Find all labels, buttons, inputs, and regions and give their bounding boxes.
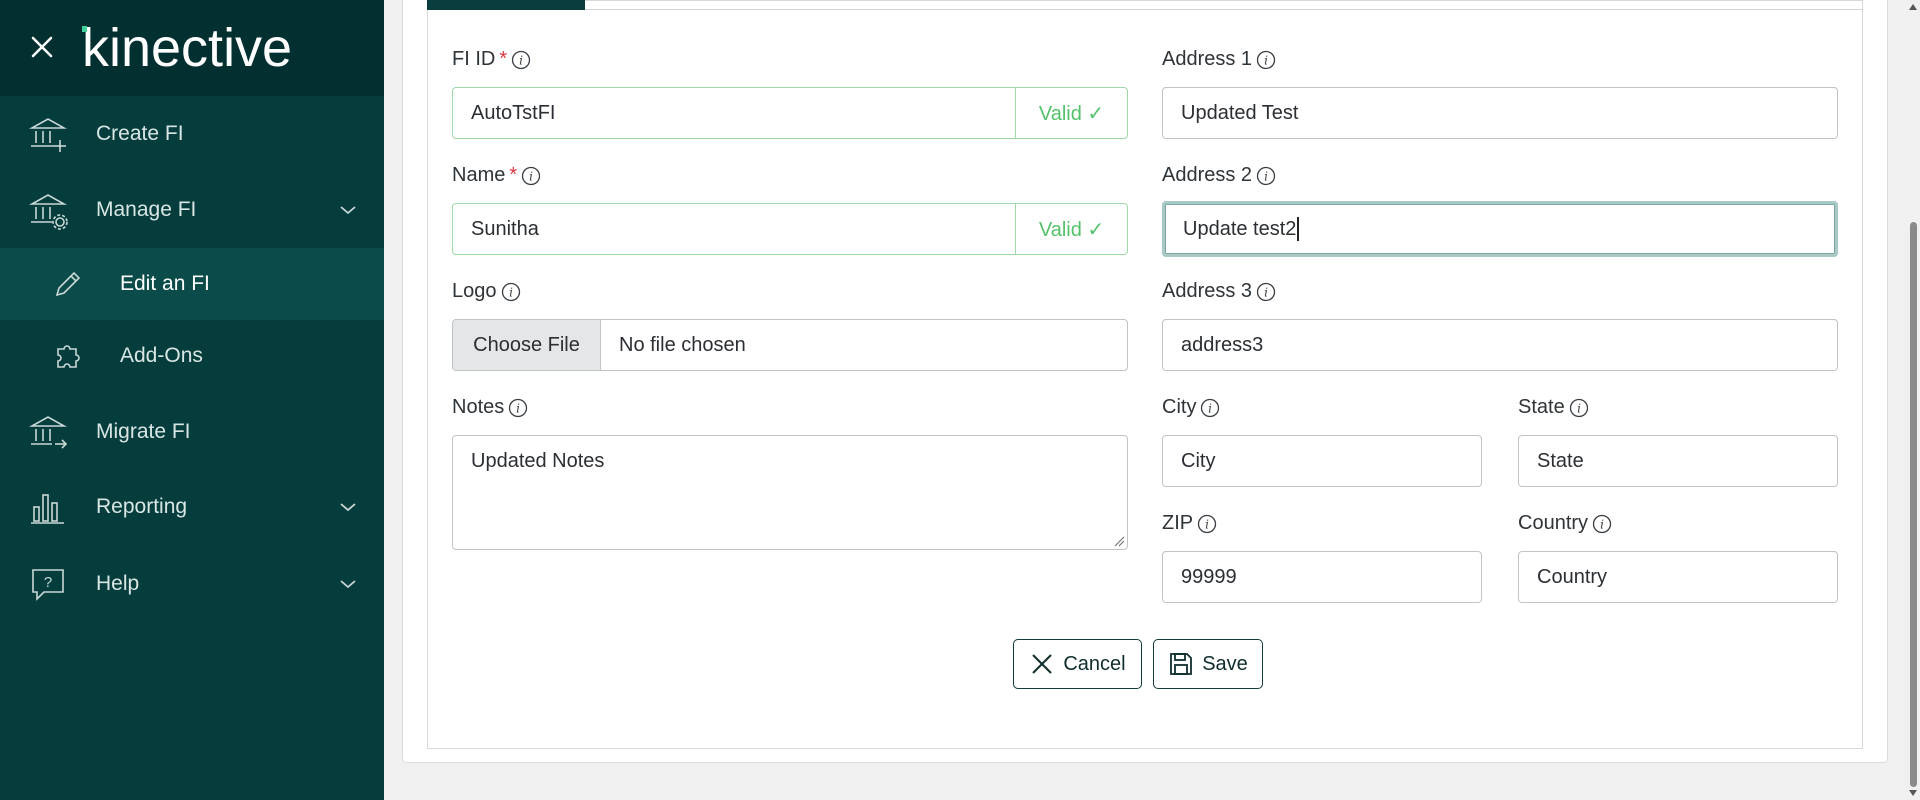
name-label: Name * i (452, 164, 541, 187)
svg-text:i: i (516, 401, 520, 415)
state-input[interactable]: State (1518, 435, 1838, 487)
puzzle-icon (57, 345, 80, 368)
bar-chart-icon (31, 494, 64, 524)
sidebar-item-add-ons[interactable]: Add-Ons (0, 320, 384, 392)
svg-text:i: i (1600, 517, 1604, 531)
close-icon (1032, 654, 1053, 674)
floppy-disk-icon (1170, 653, 1193, 675)
chevron-down-icon (340, 580, 356, 589)
sidebar-item-label: Edit an FI (120, 272, 210, 295)
save-button[interactable]: Save (1153, 639, 1263, 689)
help-bubble-icon: ? (32, 569, 64, 601)
notes-textarea[interactable]: Updated Notes (452, 435, 1128, 550)
sidebar-item-migrate-fi[interactable]: Migrate FI (0, 396, 384, 468)
sidebar: kinective Create FI Manage FI Edit an FI… (0, 0, 384, 800)
close-icon[interactable] (27, 32, 57, 62)
svg-text:i: i (1264, 285, 1268, 299)
svg-text:i: i (519, 53, 523, 67)
info-icon[interactable]: i (511, 50, 531, 70)
bank-gear-icon (28, 194, 68, 230)
address1-input[interactable]: Updated Test (1162, 87, 1838, 139)
scroll-up-arrow-icon[interactable] (1909, 4, 1917, 10)
cancel-button[interactable]: Cancel (1013, 639, 1142, 689)
city-input[interactable]: City (1162, 435, 1482, 487)
fi-id-input[interactable]: AutoTstFI Valid ✓ (452, 87, 1128, 139)
logo-label: Logo i (452, 280, 521, 303)
info-icon[interactable]: i (1592, 514, 1612, 534)
state-label: State i (1518, 396, 1589, 419)
info-icon[interactable]: i (501, 282, 521, 302)
svg-text:?: ? (44, 574, 52, 591)
logo-file-input[interactable]: Choose File No file chosen (452, 319, 1128, 371)
fi-id-label: FI ID * i (452, 48, 531, 71)
kinective-logo: kinective (82, 18, 292, 78)
country-input[interactable]: Country (1518, 551, 1838, 603)
sidebar-item-help[interactable]: ? Help (0, 548, 384, 620)
sidebar-item-label: Help (96, 572, 140, 595)
sidebar-item-label: Manage FI (96, 198, 197, 221)
valid-status: Valid ✓ (1015, 204, 1127, 254)
svg-text:i: i (1209, 401, 1213, 415)
bank-plus-icon (28, 118, 68, 152)
info-icon[interactable]: i (508, 398, 528, 418)
required-marker: * (499, 48, 508, 70)
chevron-down-icon (340, 503, 356, 512)
svg-text:i: i (1577, 401, 1581, 415)
svg-text:kinective: kinective (82, 18, 292, 78)
sidebar-item-create-fi[interactable]: Create FI (0, 98, 384, 170)
info-icon[interactable]: i (1569, 398, 1589, 418)
info-icon[interactable]: i (1256, 166, 1276, 186)
city-label: City i (1162, 396, 1220, 419)
info-icon[interactable]: i (1200, 398, 1220, 418)
address3-input[interactable]: address3 (1162, 319, 1838, 371)
sidebar-item-label: Create FI (96, 122, 184, 145)
svg-text:i: i (529, 169, 533, 183)
address3-label: Address 3 i (1162, 280, 1276, 303)
svg-text:i: i (1264, 53, 1268, 67)
text-cursor (1297, 217, 1299, 241)
info-icon[interactable]: i (1256, 50, 1276, 70)
required-marker: * (509, 164, 518, 186)
svg-text:i: i (509, 285, 513, 299)
tab-bar (427, 0, 1863, 10)
main-content: FI ID * i AutoTstFI Valid ✓ Address 1 i U… (384, 0, 1920, 800)
chevron-down-icon (340, 206, 356, 215)
address2-input[interactable]: Update test2 (1162, 201, 1838, 257)
scroll-down-arrow-icon[interactable] (1909, 790, 1917, 796)
sidebar-item-edit-an-fi[interactable]: Edit an FI (0, 248, 384, 320)
scroll-thumb[interactable] (1910, 222, 1917, 787)
valid-status: Valid ✓ (1015, 88, 1127, 138)
pencil-icon (55, 271, 81, 297)
sidebar-item-label: Migrate FI (96, 420, 191, 443)
info-icon[interactable]: i (1197, 514, 1217, 534)
sidebar-item-reporting[interactable]: Reporting (0, 471, 384, 543)
sidebar-item-label: Reporting (96, 495, 188, 518)
svg-text:i: i (1205, 517, 1209, 531)
zip-input[interactable]: 99999 (1162, 551, 1482, 603)
page-scrollbar[interactable] (1906, 0, 1920, 800)
name-input[interactable]: Sunitha Valid ✓ (452, 203, 1128, 255)
sidebar-item-manage-fi[interactable]: Manage FI (0, 174, 384, 246)
notes-label: Notes i (452, 396, 528, 419)
resize-handle-icon[interactable] (1113, 535, 1125, 547)
address2-label: Address 2 i (1162, 164, 1276, 187)
sidebar-item-label: Add-Ons (120, 344, 203, 367)
svg-text:i: i (1264, 169, 1268, 183)
choose-file-button[interactable]: Choose File (453, 320, 601, 370)
address1-label: Address 1 i (1162, 48, 1276, 71)
tab-active-indicator[interactable] (427, 0, 585, 10)
bank-arrow-icon (28, 416, 68, 449)
info-icon[interactable]: i (521, 166, 541, 186)
file-name-text: No file chosen (619, 333, 746, 356)
zip-label: ZIP i (1162, 512, 1217, 535)
country-label: Country i (1518, 512, 1612, 535)
sidebar-header: kinective (0, 0, 384, 96)
info-icon[interactable]: i (1256, 282, 1276, 302)
